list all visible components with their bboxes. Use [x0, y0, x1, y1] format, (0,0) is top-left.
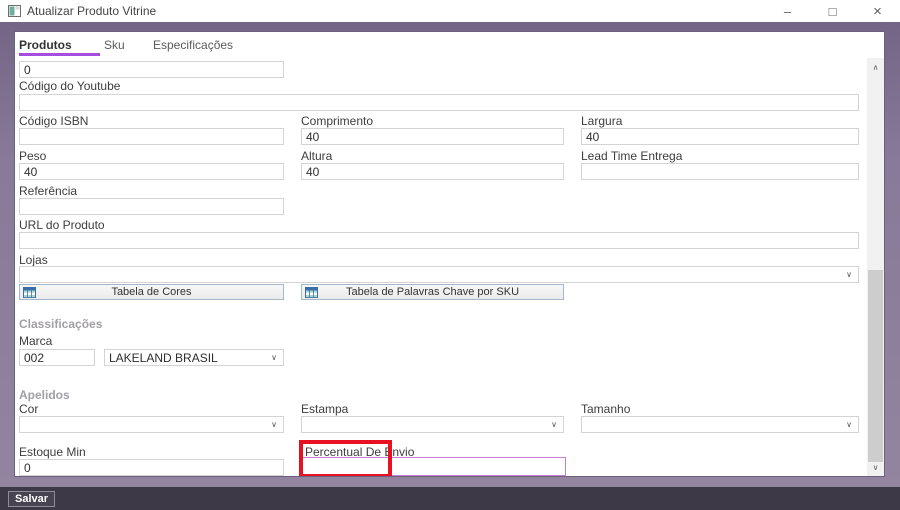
comprimento-label: Comprimento — [301, 114, 374, 128]
classificacoes-section-title: Classificações — [19, 317, 103, 331]
form-content: Código do Youtube Código ISBN Compriment… — [15, 58, 867, 476]
percentual-envio-field[interactable] — [301, 457, 566, 476]
marca-combobox-value: LAKELAND BRASIL — [109, 350, 218, 365]
estoque-min-label: Estoque Min — [19, 445, 86, 459]
peso-label: Peso — [19, 149, 47, 163]
tamanho-label: Tamanho — [581, 402, 631, 416]
codigo-isbn-label: Código ISBN — [19, 114, 89, 128]
tab-especificacoes[interactable]: Especificações — [153, 38, 233, 52]
scroll-down-icon[interactable]: ∨ — [867, 459, 884, 475]
table-icon — [23, 287, 36, 298]
tab-sku[interactable]: Sku — [104, 38, 125, 52]
apelidos-section-title: Apelidos — [19, 388, 70, 402]
estampa-combobox[interactable]: ∨ — [301, 416, 564, 433]
tabstrip: Produtos Sku Especificações — [15, 32, 884, 58]
chevron-down-icon: ∨ — [846, 269, 852, 279]
altura-label: Altura — [301, 149, 333, 163]
codigo-isbn-field[interactable] — [19, 128, 284, 145]
active-tab-underline — [19, 53, 100, 56]
window-titlebar: Atualizar Produto Vitrine – □ × — [0, 0, 900, 22]
partial-top-field[interactable] — [19, 61, 284, 78]
vertical-scrollbar[interactable]: ∧ ∨ — [867, 58, 884, 476]
close-button[interactable]: × — [855, 0, 900, 22]
tabela-de-cores-button[interactable]: Tabela de Cores — [19, 284, 284, 300]
marca-code-field[interactable] — [19, 349, 95, 366]
estoque-min-field[interactable] — [19, 459, 284, 476]
lead-time-label: Lead Time Entrega — [581, 149, 683, 163]
chevron-down-icon: ∨ — [271, 352, 277, 362]
marca-label: Marca — [19, 334, 53, 348]
minimize-button[interactable]: – — [765, 0, 810, 22]
maximize-button[interactable]: □ — [810, 0, 855, 22]
comprimento-field[interactable] — [301, 128, 564, 145]
tab-produtos[interactable]: Produtos — [19, 38, 72, 52]
url-produto-label: URL do Produto — [19, 218, 105, 232]
scrollbar-thumb[interactable] — [868, 270, 883, 462]
footer-bar: Salvar — [0, 487, 900, 510]
table-icon — [305, 287, 318, 298]
tabela-palavras-chave-label: Tabela de Palavras Chave por SKU — [345, 286, 520, 298]
referencia-label: Referência — [19, 184, 78, 198]
tab-page-panel: Produtos Sku Especificações Código do Yo… — [14, 31, 885, 477]
codigo-youtube-label: Código do Youtube — [19, 79, 121, 93]
window-frame: Produtos Sku Especificações Código do Yo… — [0, 22, 900, 487]
altura-field[interactable] — [301, 163, 564, 180]
cor-combobox[interactable]: ∨ — [19, 416, 284, 433]
codigo-youtube-field[interactable] — [19, 94, 859, 111]
url-produto-field[interactable] — [19, 232, 859, 249]
tabela-de-cores-label: Tabela de Cores — [111, 286, 192, 298]
window-controls: – □ × — [765, 0, 900, 22]
tabela-palavras-chave-button[interactable]: Tabela de Palavras Chave por SKU — [301, 284, 564, 300]
lead-time-field[interactable] — [581, 163, 859, 180]
chevron-down-icon: ∨ — [551, 419, 557, 429]
chevron-down-icon: ∨ — [271, 419, 277, 429]
app-window-icon — [8, 5, 21, 17]
marca-combobox[interactable]: LAKELAND BRASIL ∨ — [104, 349, 284, 366]
peso-field[interactable] — [19, 163, 284, 180]
save-button[interactable]: Salvar — [8, 491, 56, 507]
window-title: Atualizar Produto Vitrine — [27, 4, 157, 18]
largura-label: Largura — [581, 114, 623, 128]
largura-field[interactable] — [581, 128, 859, 145]
chevron-down-icon: ∨ — [846, 419, 852, 429]
cor-label: Cor — [19, 402, 39, 416]
tamanho-combobox[interactable]: ∨ — [581, 416, 859, 433]
estampa-label: Estampa — [301, 402, 349, 416]
referencia-field[interactable] — [19, 198, 284, 215]
lojas-combobox[interactable]: ∨ — [19, 266, 859, 283]
scroll-up-icon[interactable]: ∧ — [867, 59, 884, 75]
